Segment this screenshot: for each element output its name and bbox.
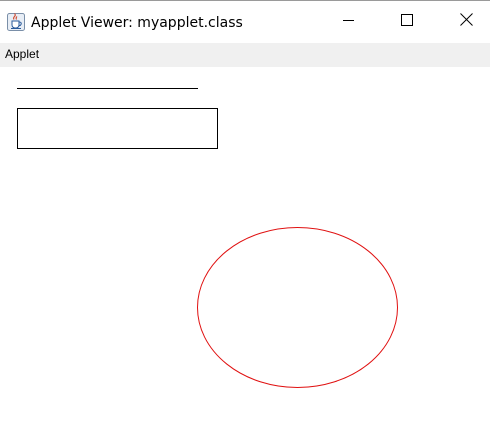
applet-viewer-window: Applet Viewer: myapplet.class Applet <box>0 0 490 429</box>
menu-applet[interactable]: Applet <box>4 47 40 61</box>
drawn-rectangle <box>17 108 218 149</box>
title-bar[interactable]: Applet Viewer: myapplet.class <box>0 1 490 43</box>
maximize-button[interactable] <box>384 1 430 43</box>
close-button[interactable] <box>443 1 489 43</box>
drawn-oval <box>197 227 398 388</box>
menu-bar: Applet <box>0 43 490 67</box>
window-title: Applet Viewer: myapplet.class <box>31 15 243 31</box>
minimize-button[interactable] <box>326 1 372 43</box>
maximize-icon <box>401 13 413 31</box>
close-icon <box>459 13 473 31</box>
minimize-icon <box>343 13 355 31</box>
java-cup-icon[interactable] <box>7 13 25 31</box>
applet-canvas[interactable] <box>0 67 490 430</box>
